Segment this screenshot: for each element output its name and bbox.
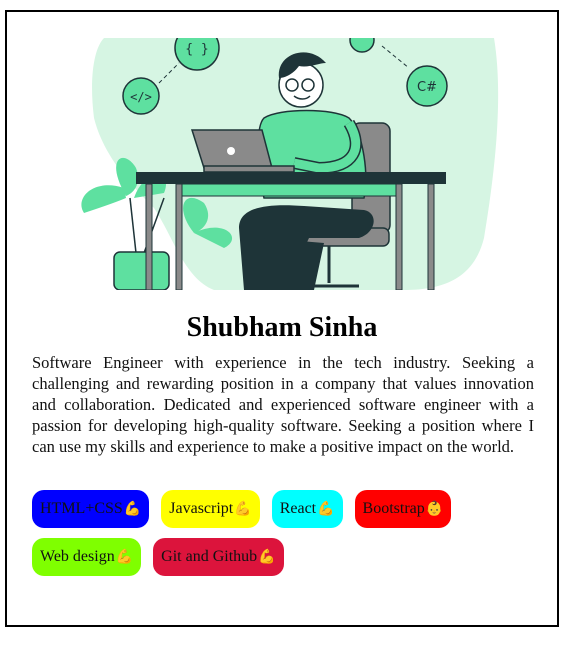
- code-icon: </>: [122, 77, 160, 115]
- svg-text:</>: </>: [130, 90, 152, 104]
- profile-name: Shubham Sinha: [186, 312, 378, 343]
- svg-text:{ }: { }: [185, 42, 208, 57]
- skill-badge-git-github: Git and Github 💪: [153, 538, 284, 576]
- developer-illustration: </> { } C#: [81, 38, 499, 290]
- flexed-biceps-icon: 💪: [234, 501, 252, 517]
- skills-list: HTML+CSS 💪 Javascript 💪 React 💪 Bootstrap 👶 …: [32, 490, 542, 576]
- skill-badge-html-css: HTML+CSS 💪: [32, 490, 150, 528]
- flexed-biceps-icon: 💪: [258, 549, 276, 565]
- skill-label: HTML+CSS: [40, 500, 123, 517]
- baby-icon: 👶: [425, 501, 444, 517]
- skill-badge-react: React 💪: [271, 490, 343, 528]
- skill-label: Web design: [40, 548, 115, 565]
- flexed-biceps-icon: 💪: [317, 501, 335, 517]
- svg-text:C#: C#: [417, 80, 437, 95]
- flexed-biceps-icon: 💪: [123, 501, 142, 517]
- skill-label: Javascript: [169, 500, 234, 517]
- profile-bio: Software Engineer with experience in the…: [32, 353, 534, 456]
- csharp-icon: C#: [406, 65, 448, 107]
- skill-badge-javascript: Javascript 💪: [161, 490, 260, 528]
- profile-card: </> { } C# Shubham Sinha Software Engine…: [5, 10, 559, 627]
- skill-badge-bootstrap: Bootstrap 👶: [354, 490, 452, 528]
- skill-label: React: [279, 500, 317, 517]
- skill-label: Bootstrap: [362, 500, 425, 517]
- flexed-biceps-icon: 💪: [115, 549, 134, 565]
- skill-badge-web-design: Web design 💪: [32, 538, 142, 576]
- skill-label: Git and Github: [161, 548, 258, 565]
